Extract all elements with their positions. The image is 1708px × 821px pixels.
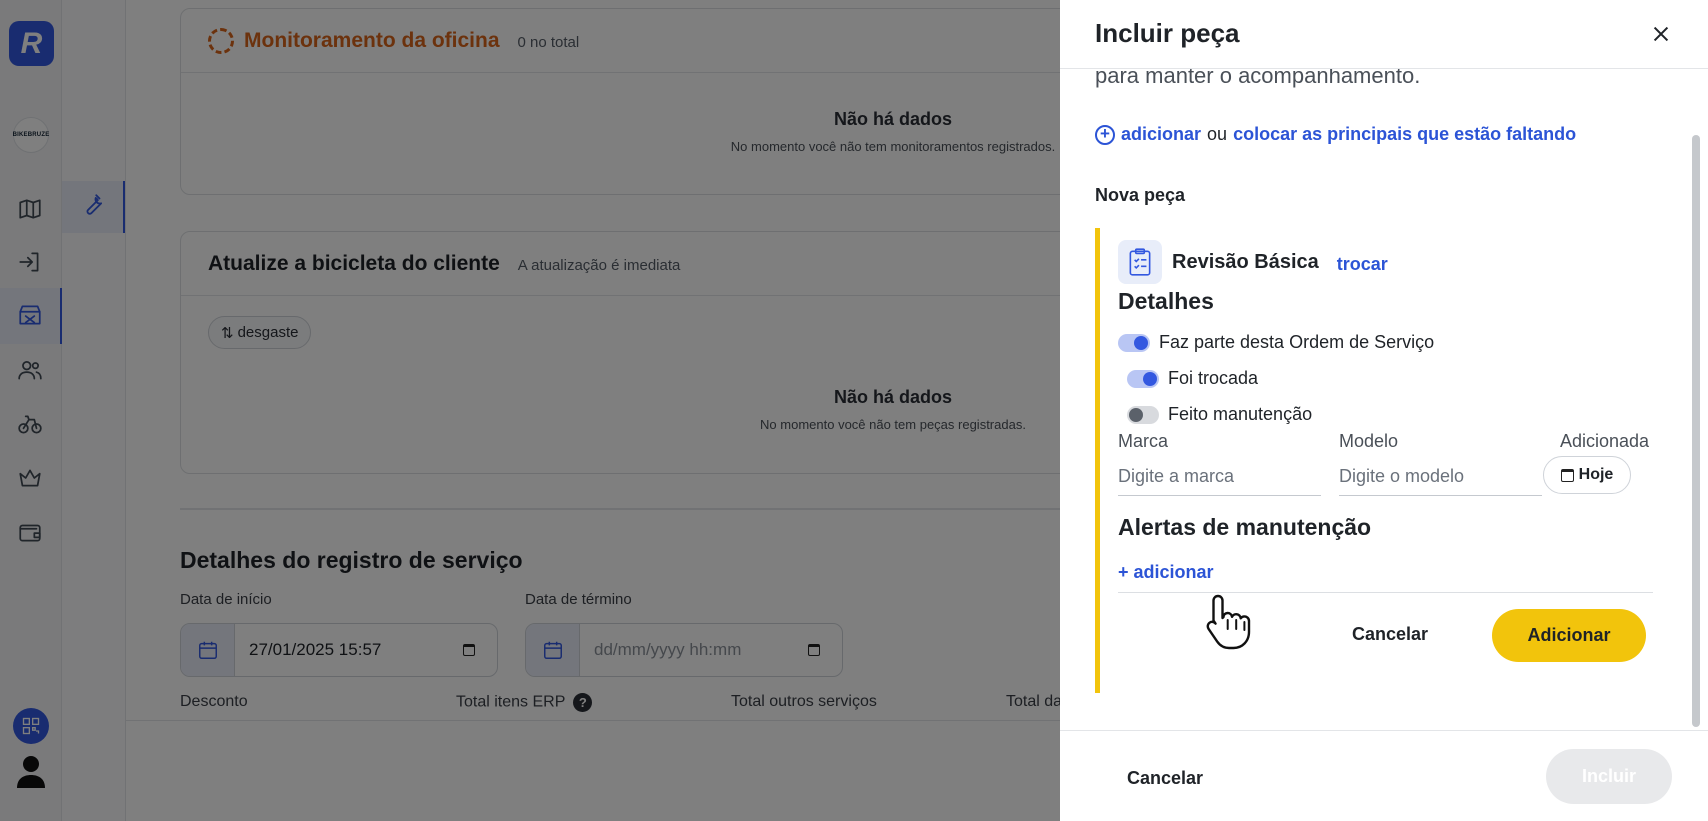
cancel-part-button[interactable]: Cancelar <box>1330 616 1450 652</box>
alerts-divider <box>1118 592 1653 593</box>
added-date-button[interactable]: Hoje <box>1543 456 1631 494</box>
model-input[interactable]: Digite o modelo <box>1339 458 1542 496</box>
maintenance-toggle-label: Feito manutenção <box>1168 404 1313 424</box>
replaced-toggle-label: Foi trocada <box>1168 368 1259 388</box>
drawer-body: para manter o acompanhamento. + adiciona… <box>1060 69 1708 730</box>
drawer-title: Incluir peça <box>1095 18 1240 48</box>
brand-label: Marca <box>1118 431 1169 451</box>
details-heading: Detalhes <box>1118 288 1214 314</box>
new-part-box: Revisão Básica trocar Detalhes Faz parte… <box>1095 228 1655 693</box>
added-date-value: Hoje <box>1578 466 1614 483</box>
add-part-button[interactable]: Adicionar <box>1492 609 1646 662</box>
drawer-footer: Cancelar Incluir <box>1060 730 1708 821</box>
close-icon[interactable] <box>1646 19 1676 49</box>
model-label: Modelo <box>1339 431 1399 451</box>
part-name: Revisão Básica <box>1172 250 1319 273</box>
added-label: Adicionada <box>1560 431 1650 451</box>
part-header: Revisão Básica trocar <box>1118 240 1388 284</box>
hand-cursor-icon <box>1200 590 1264 654</box>
add-parts-row: + adicionar ou colocar as principais que… <box>1095 124 1576 145</box>
toggle-row-maintenance[interactable]: Feito manutenção <box>1127 404 1312 425</box>
replaced-toggle[interactable] <box>1127 369 1159 388</box>
maintenance-toggle[interactable] <box>1127 405 1159 424</box>
brand-input[interactable]: Digite a marca <box>1118 458 1321 496</box>
add-part-link[interactable]: adicionar <box>1121 124 1201 145</box>
add-missing-parts-link[interactable]: colocar as principais que estão faltando <box>1233 124 1576 145</box>
add-alert-link[interactable]: + adicionar <box>1118 562 1214 583</box>
new-part-label: Nova peça <box>1095 185 1186 205</box>
or-text: ou <box>1207 124 1228 144</box>
service-order-toggle[interactable] <box>1118 333 1150 352</box>
include-button[interactable]: Incluir <box>1546 749 1672 804</box>
drawer-intro-text: para manter o acompanhamento. <box>1095 69 1421 88</box>
service-order-toggle-label: Faz parte desta Ordem de Serviço <box>1159 332 1435 352</box>
cancel-button[interactable]: Cancelar <box>1110 761 1220 795</box>
calendar-icon <box>1560 468 1574 482</box>
maintenance-alerts-heading: Alertas de manutenção <box>1118 514 1372 540</box>
toggle-row-replaced[interactable]: Foi trocada <box>1127 368 1258 389</box>
clipboard-icon <box>1118 240 1162 284</box>
drawer-scrollbar[interactable] <box>1692 135 1700 727</box>
swap-part-link[interactable]: trocar <box>1337 254 1388 275</box>
include-part-drawer: Incluir peça para manter o acompanhament… <box>1060 0 1708 821</box>
drawer-header: Incluir peça <box>1060 0 1708 69</box>
toggle-row-service-order[interactable]: Faz parte desta Ordem de Serviço <box>1118 332 1434 353</box>
add-circle-icon[interactable]: + <box>1095 124 1115 145</box>
